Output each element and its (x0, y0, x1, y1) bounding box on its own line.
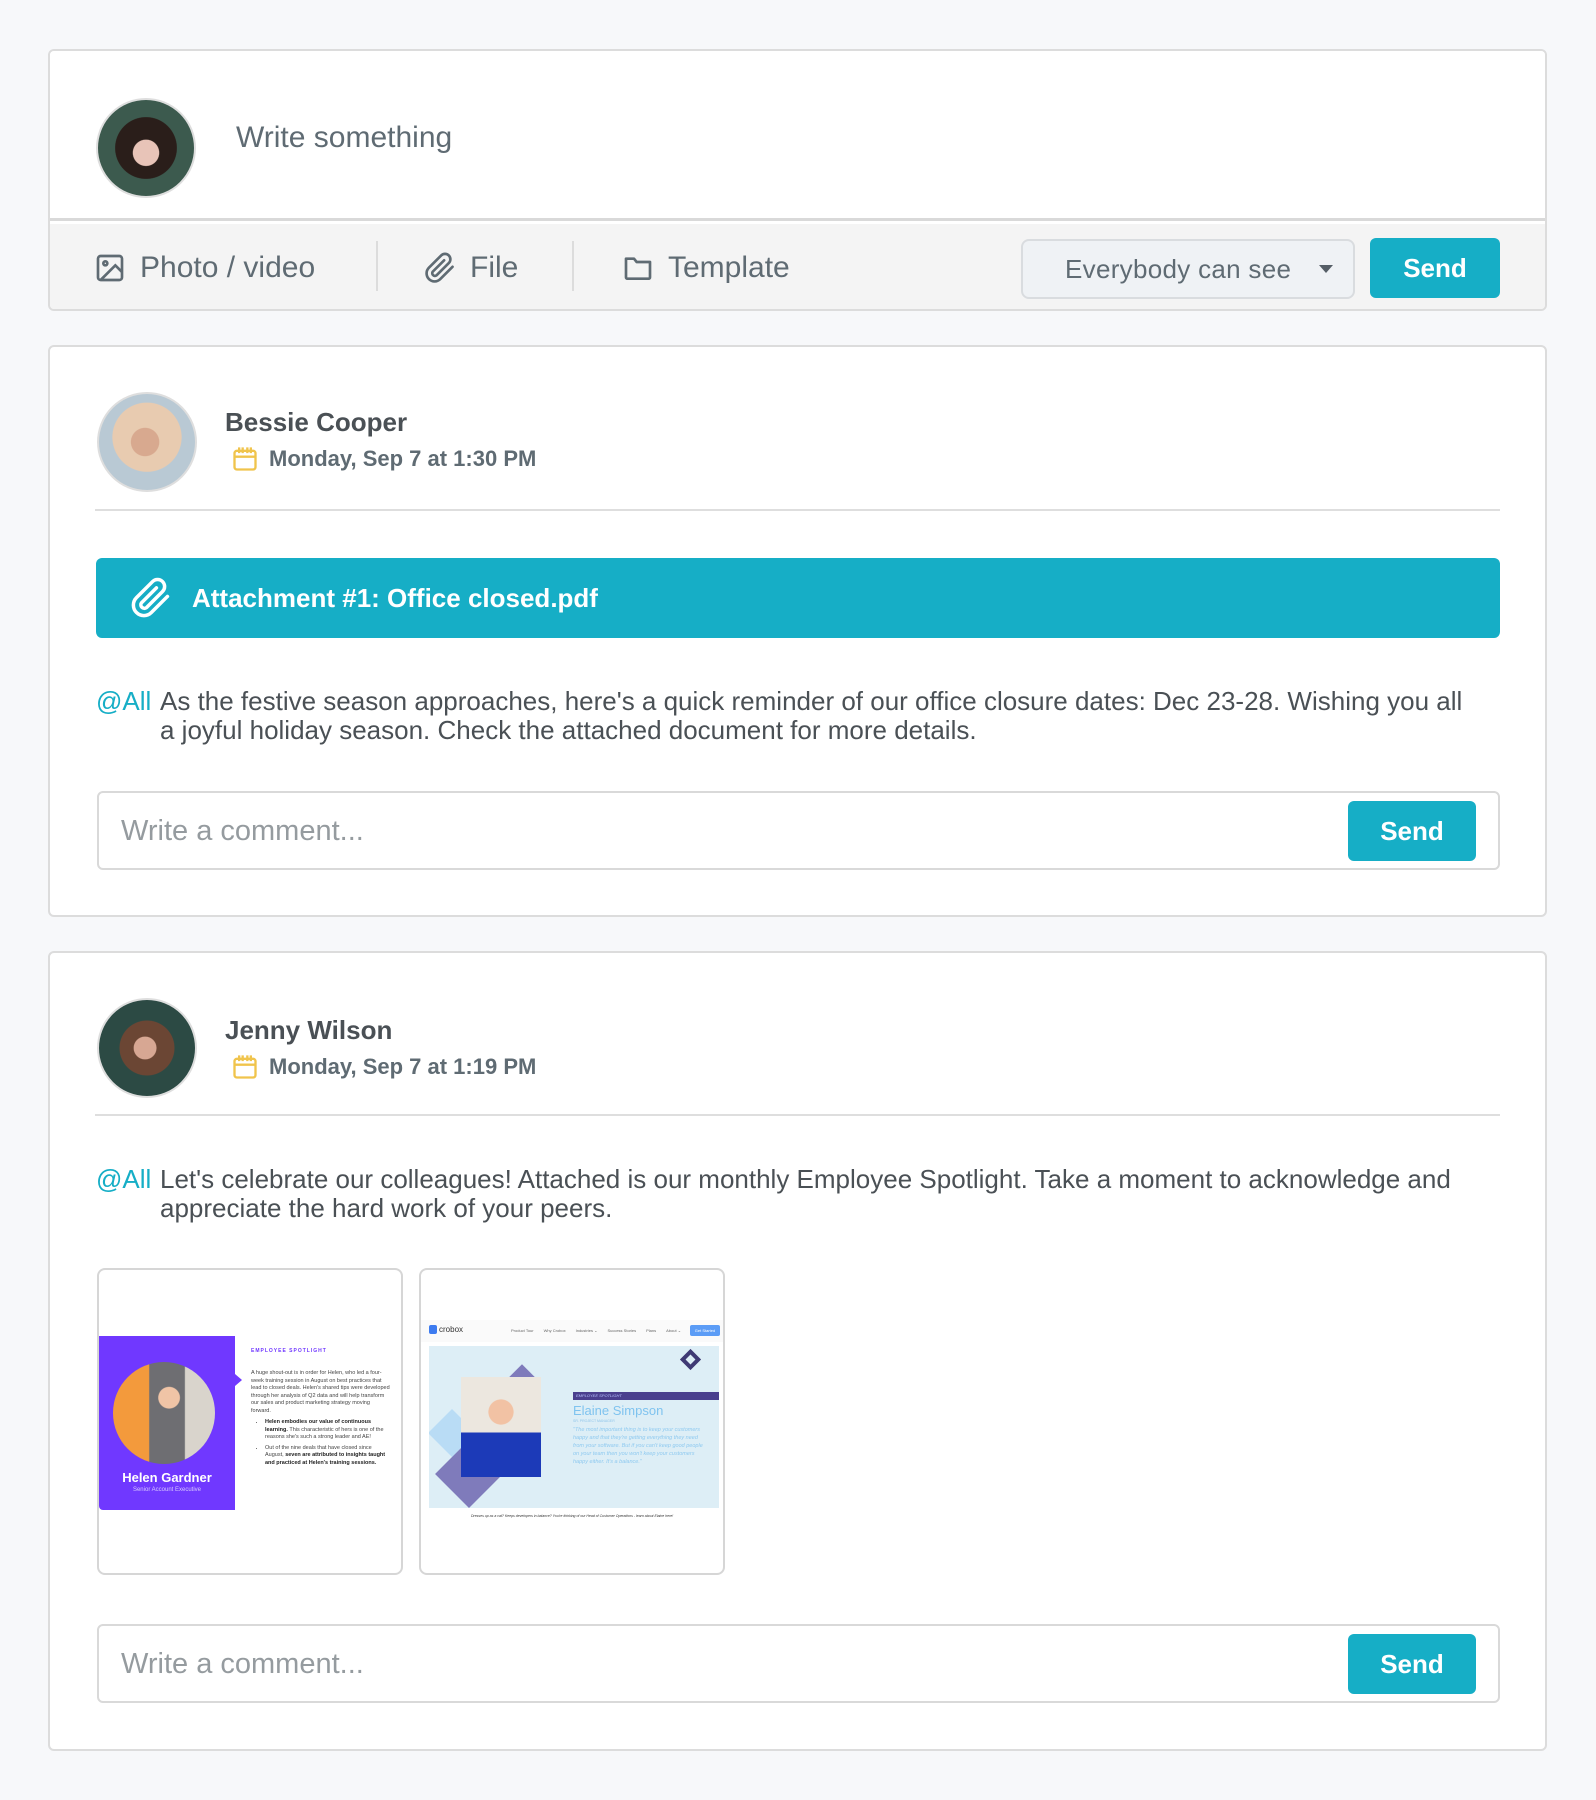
paperclip-icon (425, 252, 454, 283)
toolbar-divider (376, 241, 378, 291)
spotlight-label: EMPLOYEE SPOTLIGHT (251, 1348, 327, 1354)
calendar-icon (233, 1055, 257, 1079)
website-cta: Get Started (690, 1325, 720, 1336)
folder-icon (624, 257, 652, 280)
employee-role: SR. PROJECT MANAGER (573, 1419, 615, 1423)
website-hero: EMPLOYEE SPOTLIGHT Elaine Simpson SR. PR… (429, 1346, 719, 1508)
header-divider (95, 1114, 1500, 1116)
caret-down-icon (1319, 265, 1333, 273)
photo-video-button[interactable]: Photo / video (94, 246, 315, 290)
image-thumbnail[interactable]: crobox Product Tour Why Crobox Industrie… (419, 1268, 725, 1575)
mention-all[interactable]: @All (96, 1165, 160, 1194)
post-body: @All As the festive season approaches, he… (96, 687, 1465, 745)
decor-diamond (679, 1348, 702, 1371)
author-name[interactable]: Bessie Cooper (225, 407, 407, 438)
post-body: @All Let's celebrate our colleagues! Atta… (96, 1165, 1465, 1223)
employee-photo (113, 1362, 215, 1464)
visibility-value: Everybody can see (1065, 253, 1292, 284)
website-navbar: crobox Product Tour Why Crobox Industrie… (421, 1320, 723, 1342)
comment-send-button[interactable]: Send (1348, 1634, 1476, 1694)
current-user-avatar (96, 98, 196, 198)
template-button[interactable]: Template (622, 246, 790, 290)
spotlight-bullet: Out of the nine deals that have closed s… (265, 1445, 391, 1468)
template-label: Template (668, 251, 790, 284)
comment-box: Send (97, 791, 1500, 870)
file-button[interactable]: File (424, 246, 518, 290)
website-caption: Dresses up as a cat? Keeps developers in… (471, 1514, 674, 1518)
calendar-icon (233, 447, 257, 471)
post-composer: Photo / video File Template Everybody ca… (48, 49, 1547, 311)
spotlight-bullet: Helen embodies our value of continuous l… (265, 1419, 391, 1442)
employee-name: Elaine Simpson (573, 1403, 664, 1418)
timestamp-text: Monday, Sep 7 at 1:30 PM (269, 446, 537, 471)
spotlight-intro: A huge shout-out is in order for Helen, … (251, 1370, 390, 1414)
author-avatar[interactable] (97, 998, 197, 1098)
employee-photo (461, 1377, 541, 1477)
spotlight-tag: EMPLOYEE SPOTLIGHT (573, 1392, 719, 1400)
brand-name: crobox (439, 1325, 464, 1334)
nav-link: Industries ⌄ (575, 1328, 598, 1333)
crobox-logo: crobox (429, 1325, 463, 1334)
post-message: As the festive season approaches, here's… (160, 686, 1463, 745)
employee-quote: "The most important thing is to keep you… (573, 1427, 703, 1465)
timestamp-text: Monday, Sep 7 at 1:19 PM (269, 1054, 537, 1079)
nav-link: Plans (646, 1328, 657, 1333)
composer-toolbar: Photo / video File Template Everybody ca… (50, 224, 1545, 309)
toolbar-divider (572, 241, 574, 291)
nav-link: Why Crobox (543, 1328, 566, 1333)
post-timestamp: Monday, Sep 7 at 1:30 PM (231, 445, 536, 473)
image-icon (96, 254, 124, 282)
post-send-button[interactable]: Send (1370, 238, 1500, 298)
post-message: Let's celebrate our colleagues! Attached… (160, 1164, 1451, 1223)
visibility-dropdown[interactable]: Everybody can see (1021, 239, 1355, 299)
employee-name: Helen Gardner (122, 1470, 212, 1485)
author-avatar[interactable] (97, 392, 197, 492)
post-timestamp: Monday, Sep 7 at 1:19 PM (231, 1053, 536, 1081)
attachment-link[interactable]: Attachment #1: Office closed.pdf (96, 558, 1500, 638)
spotlight-panel: Helen Gardner Senior Account Executive (99, 1336, 242, 1510)
nav-link: About ⌄ (666, 1328, 682, 1333)
paperclip-icon (131, 577, 170, 618)
author-name[interactable]: Jenny Wilson (225, 1015, 392, 1046)
header-divider (95, 509, 1500, 511)
logo-icon (429, 1325, 437, 1334)
website-nav-links: Product Tour Why Crobox Industries ⌄ Suc… (511, 1328, 681, 1333)
compose-input[interactable] (236, 113, 1436, 163)
post-card: Jenny Wilson Monday, Sep 7 at 1:19 PM @A… (48, 951, 1547, 1751)
post-card: Bessie Cooper Monday, Sep 7 at 1:30 PM A… (48, 345, 1547, 917)
composer-top (50, 51, 1545, 221)
employee-role: Senior Account Executive (132, 1487, 202, 1493)
nav-link: Success Stories (607, 1328, 637, 1333)
file-label: File (470, 251, 519, 284)
comment-input[interactable] (121, 1640, 1321, 1688)
nav-link: Product Tour (511, 1328, 534, 1333)
mention-all[interactable]: @All (96, 687, 160, 716)
attachment-name: Attachment #1: Office closed.pdf (192, 582, 598, 613)
photo-video-label: Photo / video (140, 251, 316, 284)
comment-input[interactable] (121, 807, 1321, 855)
image-thumbnail[interactable]: Helen Gardner Senior Account Executive E… (97, 1268, 403, 1575)
comment-send-button[interactable]: Send (1348, 801, 1476, 861)
comment-box: Send (97, 1624, 1500, 1703)
spotlight-body: A huge shout-out is in order for Helen, … (251, 1370, 391, 1470)
